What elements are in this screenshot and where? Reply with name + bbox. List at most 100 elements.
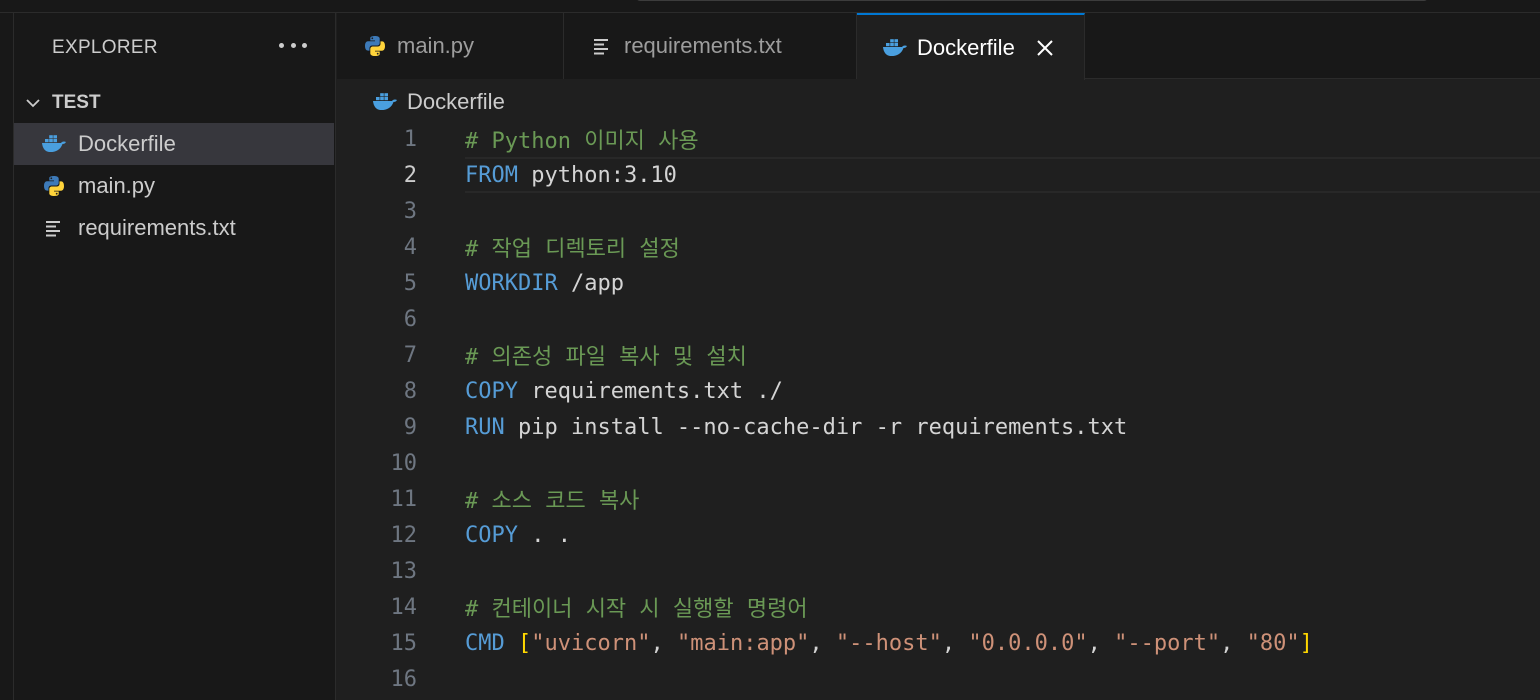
code-line[interactable]: 3	[337, 193, 1540, 229]
code-token: # 소스 코드 복사	[465, 489, 640, 514]
title-bar	[0, 0, 1540, 13]
line-content: # 의존성 파일 복사 및 설치	[465, 337, 1540, 373]
code-line[interactable]: 14 # 컨테이너 시작 시 실행할 명령어	[337, 589, 1540, 625]
code-line[interactable]: 6	[337, 301, 1540, 337]
command-center-search[interactable]	[636, 0, 1428, 1]
code-token: COPY	[465, 378, 518, 404]
tab-bar: main.py requirements.txt Dockerfile	[337, 13, 1540, 80]
code-token: ,	[1220, 630, 1247, 656]
tab-label: Dockerfile	[917, 34, 1015, 60]
code-token: . .	[517, 522, 571, 548]
code-token: COPY	[465, 522, 518, 548]
explorer-sidebar: EXPLORER TEST Dockerfile main.py require…	[14, 13, 336, 700]
code-line[interactable]: 7 # 의존성 파일 복사 및 설치	[337, 337, 1540, 373]
line-content: CMD ["uvicorn", "main:app", "--host", "0…	[465, 625, 1540, 661]
text-file-icon	[40, 214, 68, 242]
code-token: ,	[809, 630, 836, 656]
code-editor[interactable]: 1 # Python 이미지 사용 2 FROM python:3.10 3 4 # 작업 …	[337, 121, 1540, 700]
tab-dockerfile[interactable]: Dockerfile	[857, 13, 1085, 80]
code-token: /app	[557, 270, 624, 296]
docker-icon	[881, 34, 909, 62]
breadcrumb-label: Dockerfile	[407, 89, 505, 114]
line-number: 11	[390, 486, 418, 512]
code-token: # Python 이미지 사용	[465, 129, 699, 154]
explorer-title: EXPLORER	[52, 37, 158, 58]
folder-label: TEST	[52, 92, 101, 113]
editor-area: main.py requirements.txt Dockerfile Dock…	[337, 13, 1540, 700]
code-line[interactable]: 9 RUN pip install --no-cache-dir -r requi…	[337, 409, 1540, 445]
code-token: CMD	[465, 630, 505, 656]
explorer-header: EXPLORER	[14, 13, 336, 79]
tab-requirements-txt[interactable]: requirements.txt	[564, 13, 857, 79]
code-line[interactable]: 16	[337, 661, 1540, 697]
line-number: 3	[403, 198, 417, 224]
line-content: # 소스 코드 복사	[465, 481, 1540, 517]
code-line[interactable]: 12 COPY . .	[337, 517, 1540, 553]
line-content: # 컨테이너 시작 시 실행할 명령어	[465, 589, 1540, 625]
code-line[interactable]: 8 COPY requirements.txt ./	[337, 373, 1540, 409]
line-number: 12	[390, 522, 418, 548]
code-token: # 작업 디렉토리 설정	[465, 237, 680, 262]
close-icon[interactable]	[1033, 36, 1057, 60]
file-item[interactable]: requirements.txt	[14, 207, 334, 249]
code-token: "80"	[1246, 630, 1300, 656]
chevron-down-icon	[24, 94, 42, 112]
code-token: WORKDIR	[465, 270, 558, 296]
docker-icon	[40, 130, 68, 158]
line-number: 7	[403, 342, 417, 368]
line-number: 8	[403, 378, 417, 404]
line-content: COPY . .	[465, 517, 1540, 553]
code-line[interactable]: 13	[337, 553, 1540, 589]
code-token: ,	[650, 630, 677, 656]
line-number: 16	[390, 666, 418, 692]
line-number: 4	[403, 234, 417, 260]
line-number: 1	[403, 126, 417, 152]
line-content	[465, 301, 1540, 337]
code-token: python:3.10	[517, 162, 677, 188]
more-actions-icon[interactable]	[279, 35, 307, 55]
line-number: 5	[403, 270, 417, 296]
file-name: requirements.txt	[78, 215, 236, 240]
code-token: ,	[941, 630, 969, 656]
docker-icon	[371, 88, 399, 116]
line-number: 13	[390, 558, 418, 584]
code-token: "main:app"	[676, 630, 810, 656]
python-icon	[361, 32, 389, 60]
code-line[interactable]: 15 CMD ["uvicorn", "main:app", "--host", …	[337, 625, 1540, 661]
code-line[interactable]: 10	[337, 445, 1540, 481]
breadcrumb[interactable]: Dockerfile	[371, 87, 505, 117]
file-name: main.py	[78, 173, 156, 198]
activity-bar	[0, 13, 14, 700]
code-token: FROM	[465, 162, 518, 188]
line-content: FROM python:3.10	[465, 157, 1540, 193]
line-content	[465, 553, 1540, 589]
file-name: Dockerfile	[78, 131, 176, 156]
line-content	[465, 193, 1540, 229]
line-content: COPY requirements.txt ./	[465, 373, 1540, 409]
tab-label: requirements.txt	[624, 33, 782, 58]
code-line[interactable]: 11 # 소스 코드 복사	[337, 481, 1540, 517]
line-number: 14	[390, 594, 418, 620]
line-content: # Python 이미지 사용	[465, 121, 1540, 157]
line-content: # 작업 디렉토리 설정	[465, 229, 1540, 265]
file-item[interactable]: Dockerfile	[14, 123, 334, 165]
tab-label: main.py	[397, 33, 475, 58]
code-line[interactable]: 5 WORKDIR /app	[337, 265, 1540, 301]
code-line[interactable]: 2 FROM python:3.10	[337, 157, 1540, 193]
tab-main-py[interactable]: main.py	[337, 13, 564, 79]
file-item[interactable]: main.py	[14, 165, 334, 207]
code-line[interactable]: 1 # Python 이미지 사용	[337, 121, 1540, 157]
code-line[interactable]: 4 # 작업 디렉토리 설정	[337, 229, 1540, 265]
line-number: 9	[403, 414, 417, 440]
code-token: "--host"	[835, 630, 942, 656]
code-token: "uvicorn"	[531, 630, 651, 656]
code-token: requirements.txt ./	[517, 378, 783, 404]
line-content	[465, 445, 1540, 481]
line-content: WORKDIR /app	[465, 265, 1540, 301]
code-token: RUN	[465, 414, 505, 440]
line-content	[465, 661, 1540, 697]
code-token: # 의존성 파일 복사 및 설치	[465, 345, 747, 370]
code-token: ]	[1299, 630, 1313, 656]
folder-row-test[interactable]: TEST	[14, 89, 336, 117]
